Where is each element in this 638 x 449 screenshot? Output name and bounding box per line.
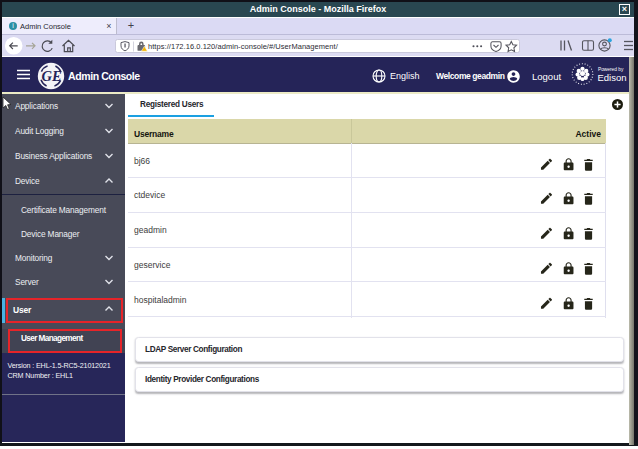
svg-text:GE: GE [41,68,61,84]
